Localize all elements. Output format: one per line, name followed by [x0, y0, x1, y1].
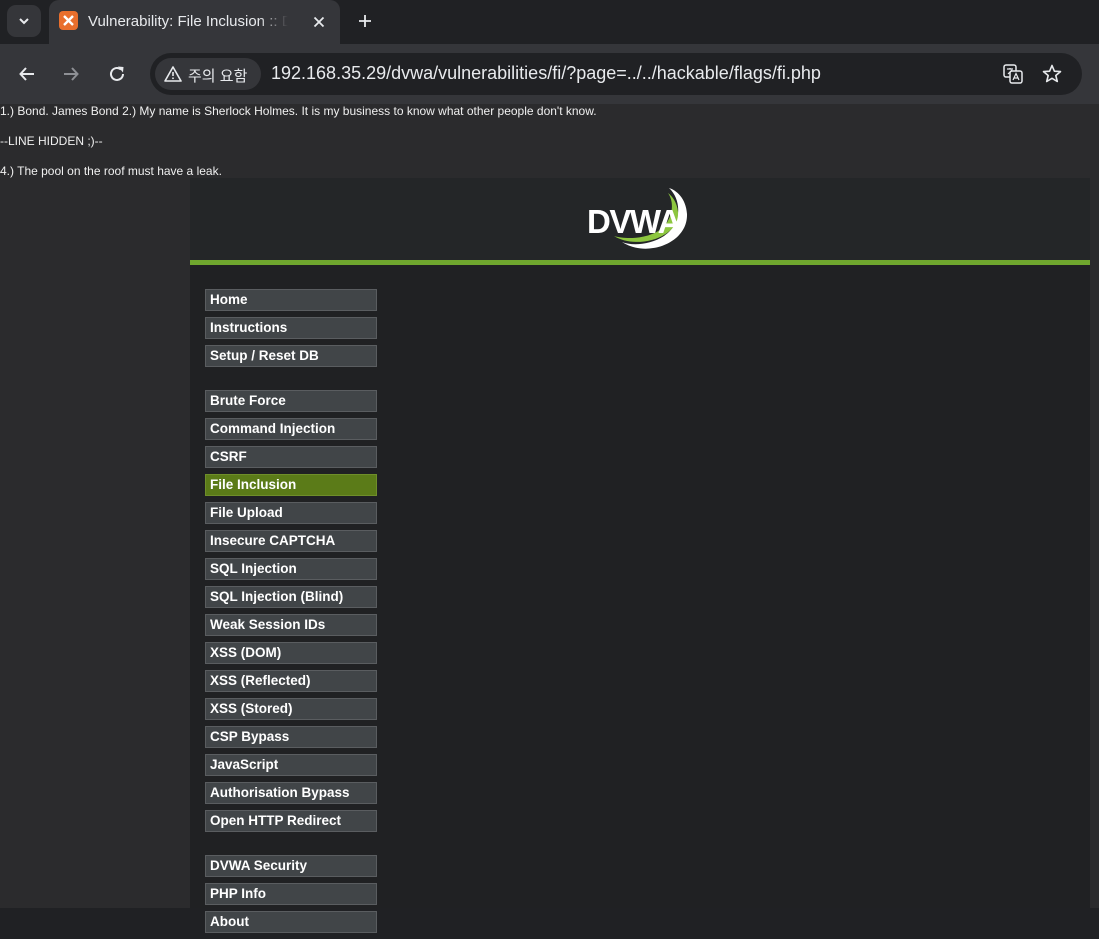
menu-item-command-injection[interactable]: Command Injection [205, 418, 377, 440]
browser-toolbar: 주의 요함 192.168.35.29/dvwa/vulnerabilities… [0, 44, 1099, 104]
menu-item-csp-bypass[interactable]: CSP Bypass [205, 726, 377, 748]
dvwa-container: DVWA Home Instructions Setup / Reset DB Br… [190, 178, 1090, 933]
menu-item-home[interactable]: Home [205, 289, 377, 311]
dvwa-header: DVWA [190, 178, 1090, 265]
forward-button[interactable] [57, 60, 85, 88]
included-file-line-3: 4.) The pool on the roof must have a lea… [0, 164, 222, 178]
browser-tab[interactable]: Vulnerability: File Inclusion :: Damn Vu… [49, 0, 340, 44]
menu-item-setup-reset-db[interactable]: Setup / Reset DB [205, 345, 377, 367]
reload-button[interactable] [103, 60, 131, 88]
security-chip[interactable]: 주의 요함 [155, 58, 261, 90]
menu-item-xss-reflected[interactable]: XSS (Reflected) [205, 670, 377, 692]
included-file-line-1: 1.) Bond. James Bond 2.) My name is Sher… [0, 104, 597, 118]
included-file-line-2: --LINE HIDDEN ;)-- [0, 134, 103, 148]
menu-item-file-inclusion[interactable]: File Inclusion [205, 474, 377, 496]
address-bar[interactable]: 주의 요함 192.168.35.29/dvwa/vulnerabilities… [150, 53, 1082, 95]
menu-item-about[interactable]: About [205, 911, 377, 933]
close-icon[interactable] [307, 10, 331, 34]
menu-item-xss-dom[interactable]: XSS (DOM) [205, 642, 377, 664]
translate-icon[interactable] [1001, 62, 1025, 86]
url-text[interactable]: 192.168.35.29/dvwa/vulnerabilities/fi/?p… [271, 63, 821, 84]
menu-item-sql-injection[interactable]: SQL Injection [205, 558, 377, 580]
tab-title: Vulnerability: File Inclusion :: Damn Vu… [88, 13, 288, 30]
menu-item-php-info[interactable]: PHP Info [205, 883, 377, 905]
menu-group3: DVWA Security PHP Info About [205, 855, 377, 933]
menu-item-sql-injection-blind[interactable]: SQL Injection (Blind) [205, 586, 377, 608]
menu-item-brute-force[interactable]: Brute Force [205, 390, 377, 412]
dvwa-logo-text: DVWA [587, 203, 681, 240]
menu-item-insecure-captcha[interactable]: Insecure CAPTCHA [205, 530, 377, 552]
menu-item-open-http-redirect[interactable]: Open HTTP Redirect [205, 810, 377, 832]
forward-arrow-icon [64, 67, 79, 81]
menu-group2: Brute Force Command Injection CSRF File Inc… [205, 390, 377, 832]
menu-item-javascript[interactable]: JavaScript [205, 754, 377, 776]
back-button[interactable] [13, 60, 41, 88]
tab-strip: Vulnerability: File Inclusion :: Damn Vu… [0, 0, 1099, 44]
menu-item-weak-session-ids[interactable]: Weak Session IDs [205, 614, 377, 636]
dvwa-logo: DVWA [587, 188, 688, 249]
plus-icon [359, 15, 371, 27]
xampp-icon [59, 11, 78, 30]
menu-item-instructions[interactable]: Instructions [205, 317, 377, 339]
chevron-down-icon [19, 18, 29, 25]
menu-item-file-upload[interactable]: File Upload [205, 502, 377, 524]
menu-item-csrf[interactable]: CSRF [205, 446, 377, 468]
page-content: 1.) Bond. James Bond 2.) My name is Sher… [0, 104, 1099, 933]
main-menu: Home Instructions Setup / Reset DB Brute F… [205, 289, 377, 939]
tab-list-button[interactable] [7, 5, 41, 37]
menu-group1: Home Instructions Setup / Reset DB [205, 289, 377, 367]
back-arrow-icon [19, 67, 34, 81]
warning-icon [164, 66, 182, 82]
menu-item-authorisation-bypass[interactable]: Authorisation Bypass [205, 782, 377, 804]
menu-item-dvwa-security[interactable]: DVWA Security [205, 855, 377, 877]
star-icon[interactable] [1040, 62, 1064, 86]
security-label: 주의 요함 [188, 68, 248, 85]
new-tab-button[interactable] [352, 8, 378, 34]
menu-item-xss-stored[interactable]: XSS (Stored) [205, 698, 377, 720]
reload-icon [110, 66, 124, 81]
